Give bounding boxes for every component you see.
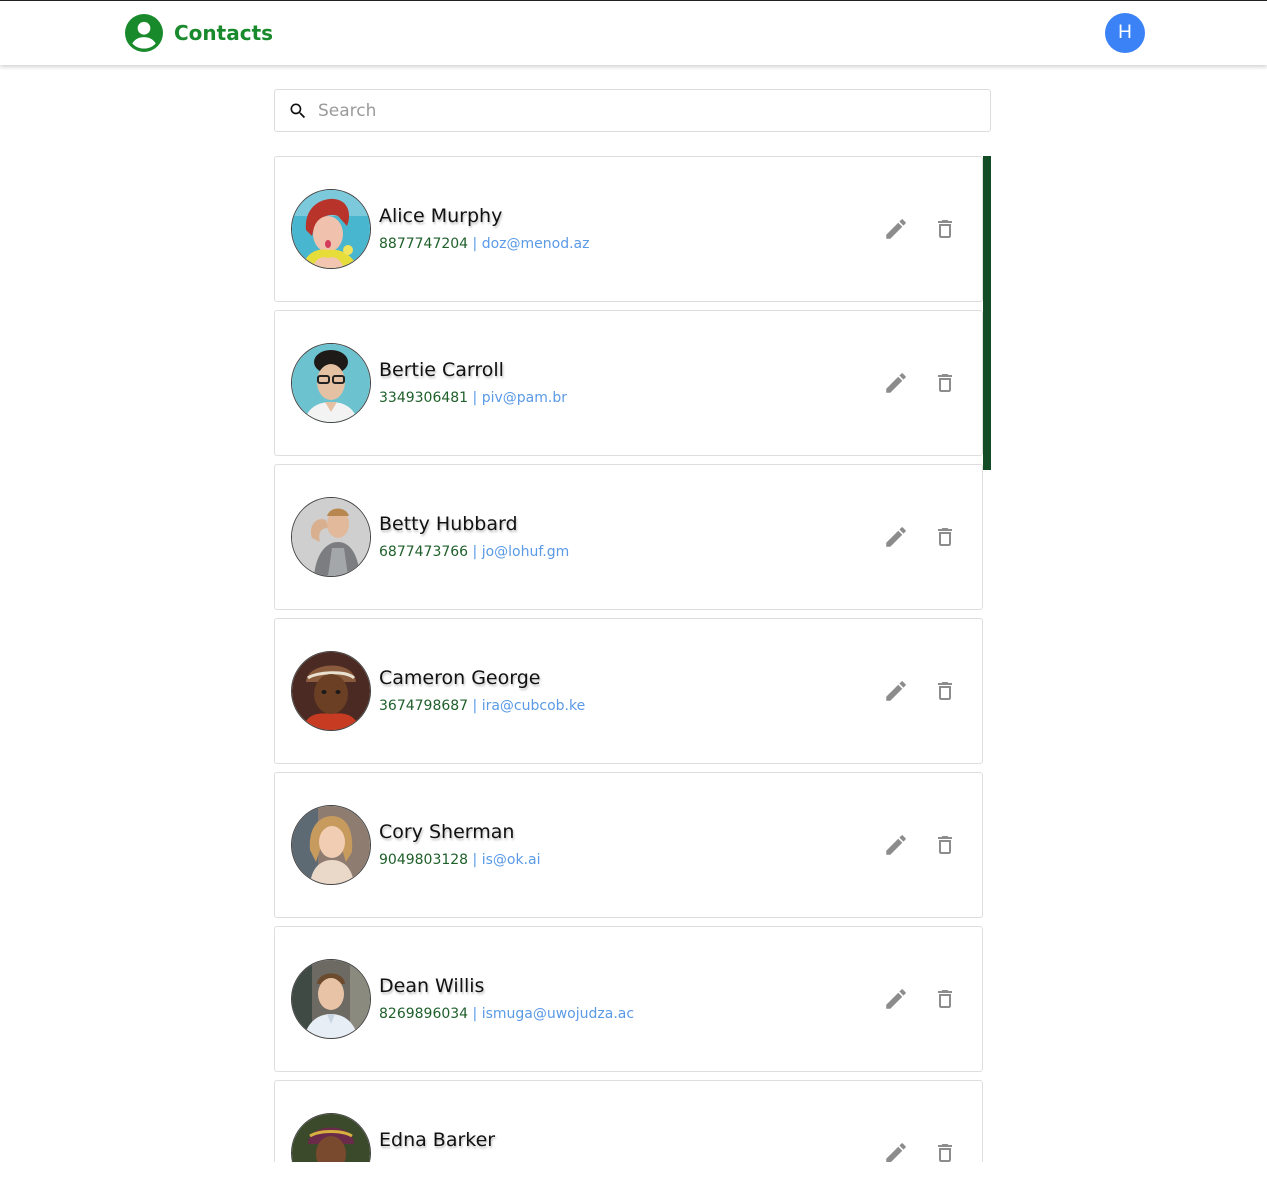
- separator: |: [472, 852, 478, 868]
- contact-email[interactable]: jo@lohuf.gm: [482, 544, 570, 560]
- contact-phone: 3674798687: [379, 698, 469, 714]
- separator: |: [472, 698, 478, 714]
- edit-button[interactable]: [883, 370, 909, 396]
- search-bar[interactable]: [274, 89, 991, 132]
- edit-button[interactable]: [883, 1140, 909, 1162]
- trash-icon: [938, 528, 952, 546]
- scrollbar-thumb[interactable]: [983, 156, 991, 470]
- contact-details: 6877473766 | jo@lohuf.gm: [379, 544, 569, 560]
- contact-details: 3349306481 | piv@pam.br: [379, 390, 567, 406]
- user-avatar-button[interactable]: H: [1105, 13, 1145, 53]
- pencil-icon: [886, 373, 906, 393]
- pencil-icon: [886, 835, 906, 855]
- brand[interactable]: Contacts: [125, 14, 273, 52]
- trash-icon: [938, 1144, 952, 1162]
- contact-email[interactable]: piv@pam.br: [482, 390, 567, 406]
- trash-icon: [938, 220, 952, 238]
- contact-avatar: [291, 1113, 371, 1162]
- contact-avatar: [291, 959, 371, 1039]
- contact-email[interactable]: ira@cubcob.ke: [482, 698, 586, 714]
- trash-icon: [938, 990, 952, 1008]
- contact-details: 8877747204 | doz@menod.az: [379, 236, 589, 252]
- edit-button[interactable]: [883, 678, 909, 704]
- contact-list[interactable]: Alice Murphy 8877747204 | doz@menod.az B…: [274, 156, 991, 1162]
- contact-name: Betty Hubbard: [379, 513, 518, 535]
- contact-details: 9049803128 | is@ok.ai: [379, 852, 540, 868]
- separator: |: [472, 1006, 478, 1022]
- pencil-icon: [886, 681, 906, 701]
- contact-card[interactable]: Dean Willis 8269896034 | ismuga@uwojudza…: [274, 926, 983, 1072]
- pencil-icon: [886, 219, 906, 239]
- delete-button[interactable]: [933, 832, 957, 858]
- edit-button[interactable]: [883, 986, 909, 1012]
- delete-button[interactable]: [933, 986, 957, 1012]
- delete-button[interactable]: [933, 216, 957, 242]
- trash-icon: [938, 682, 952, 700]
- search-input[interactable]: [316, 94, 960, 127]
- delete-button[interactable]: [933, 370, 957, 396]
- account-circle-icon: [125, 14, 163, 52]
- contact-card[interactable]: Cameron George 3674798687 | ira@cubcob.k…: [274, 618, 983, 764]
- contact-avatar: [291, 189, 371, 269]
- contact-card[interactable]: Cory Sherman 9049803128 | is@ok.ai: [274, 772, 983, 918]
- contact-phone: 3349306481: [379, 390, 469, 406]
- contact-avatar: [291, 497, 371, 577]
- edit-button[interactable]: [883, 524, 909, 550]
- contact-phone: 8877747204: [379, 236, 469, 252]
- pencil-icon: [886, 1143, 906, 1162]
- contact-avatar: [291, 805, 371, 885]
- contact-email[interactable]: doz@menod.az: [482, 236, 590, 252]
- contact-phone: 9049803128: [379, 852, 469, 868]
- separator: |: [472, 390, 478, 406]
- contact-details: 8269896034 | ismuga@uwojudza.ac: [379, 1006, 634, 1022]
- separator: |: [472, 544, 478, 560]
- delete-button[interactable]: [933, 524, 957, 550]
- contact-card[interactable]: Edna Barker: [274, 1080, 983, 1162]
- contact-name: Bertie Carroll: [379, 359, 504, 381]
- contact-email[interactable]: ismuga@uwojudza.ac: [482, 1006, 634, 1022]
- contact-name: Cory Sherman: [379, 821, 515, 843]
- app-title: Contacts: [174, 21, 274, 45]
- delete-button[interactable]: [933, 1140, 957, 1162]
- pencil-icon: [886, 989, 906, 1009]
- search-icon: [290, 103, 306, 118]
- contact-name: Alice Murphy: [379, 205, 503, 227]
- contact-card[interactable]: Alice Murphy 8877747204 | doz@menod.az: [274, 156, 983, 302]
- contact-phone: 8269896034: [379, 1006, 469, 1022]
- contact-name: Dean Willis: [379, 975, 485, 997]
- contact-email[interactable]: is@ok.ai: [482, 852, 541, 868]
- contact-card[interactable]: Betty Hubbard 6877473766 | jo@lohuf.gm: [274, 464, 983, 610]
- trash-icon: [938, 374, 952, 392]
- contact-phone: 6877473766: [379, 544, 469, 560]
- contact-name: Cameron George: [379, 667, 541, 689]
- edit-button[interactable]: [883, 216, 909, 242]
- contact-card[interactable]: Bertie Carroll 3349306481 | piv@pam.br: [274, 310, 983, 456]
- contact-details: 3674798687 | ira@cubcob.ke: [379, 698, 585, 714]
- pencil-icon: [886, 527, 906, 547]
- delete-button[interactable]: [933, 678, 957, 704]
- contact-avatar: [291, 343, 371, 423]
- trash-icon: [938, 836, 952, 854]
- separator: |: [472, 236, 478, 252]
- app-header: Contacts H: [0, 1, 1267, 65]
- contact-avatar: [291, 651, 371, 731]
- edit-button[interactable]: [883, 832, 909, 858]
- contact-name: Edna Barker: [379, 1129, 496, 1151]
